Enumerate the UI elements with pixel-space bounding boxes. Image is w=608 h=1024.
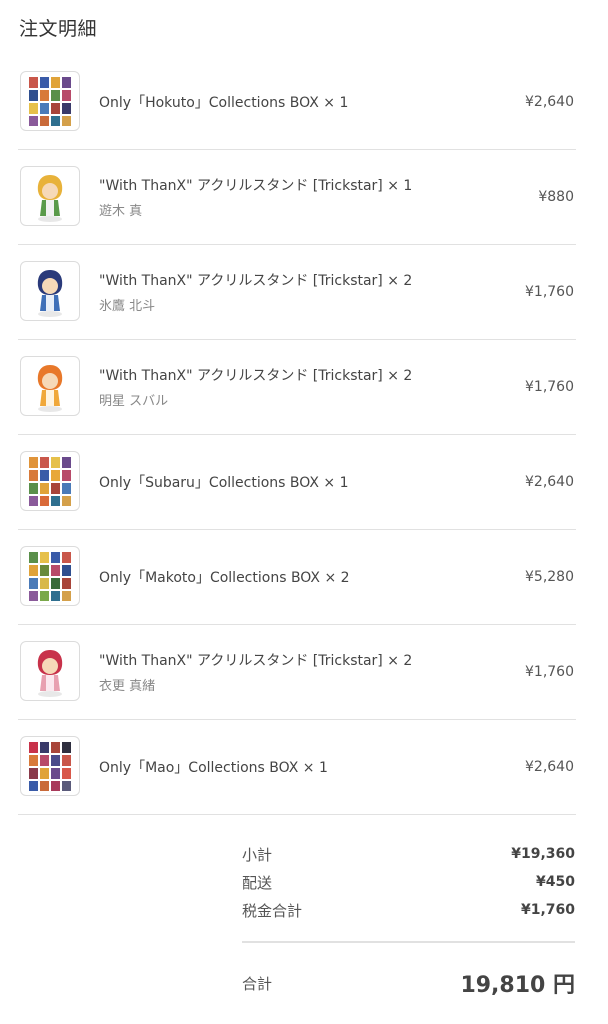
page-title: 注文明細 — [19, 18, 98, 40]
product-thumbnail — [20, 546, 80, 606]
list-item: "With ThanX" アクリルスタンド [Trickstar] × 2 衣更… — [18, 625, 576, 720]
summary-divider — [242, 941, 575, 943]
tax-row: 税金合計 ¥1,760 — [242, 896, 575, 924]
list-item: Only「Hokuto」Collections BOX × 1 ¥2,640 — [18, 55, 576, 150]
subtotal-row: 小計 ¥19,360 — [242, 840, 575, 868]
subtotal-label: 小計 — [242, 845, 273, 864]
item-variant: 遊木 真 — [99, 204, 143, 219]
list-item: "With ThanX" アクリルスタンド [Trickstar] × 1 遊木… — [18, 150, 576, 245]
shipping-label: 配送 — [242, 873, 273, 892]
item-price: ¥1,760 — [525, 284, 574, 300]
list-item: "With ThanX" アクリルスタンド [Trickstar] × 2 明星… — [18, 340, 576, 435]
product-thumbnail — [20, 641, 80, 701]
total-label: 合計 — [242, 974, 273, 993]
item-name: "With ThanX" アクリルスタンド [Trickstar] × 1 — [99, 178, 413, 194]
item-name: "With ThanX" アクリルスタンド [Trickstar] × 2 — [99, 273, 413, 289]
order-items-list: Only「Hokuto」Collections BOX × 1 ¥2,640 "… — [18, 55, 576, 815]
subtotal-value: ¥19,360 — [511, 846, 575, 862]
item-price: ¥880 — [538, 189, 574, 205]
item-price: ¥1,760 — [525, 379, 574, 395]
product-thumbnail — [20, 736, 80, 796]
item-name: Only「Hokuto」Collections BOX × 1 — [99, 95, 349, 111]
item-variant: 明星 スバル — [99, 394, 169, 409]
item-name: Only「Makoto」Collections BOX × 2 — [99, 570, 350, 586]
list-item: Only「Subaru」Collections BOX × 1 ¥2,640 — [18, 435, 576, 530]
shipping-row: 配送 ¥450 — [242, 868, 575, 896]
item-price: ¥5,280 — [525, 569, 574, 585]
total-row: 合計 19,810 円 — [242, 967, 575, 999]
item-price: ¥1,760 — [525, 664, 574, 680]
item-name: "With ThanX" アクリルスタンド [Trickstar] × 2 — [99, 653, 413, 669]
item-variant: 氷鷹 北斗 — [99, 299, 156, 314]
product-thumbnail — [20, 451, 80, 511]
tax-label: 税金合計 — [242, 901, 303, 920]
shipping-value: ¥450 — [536, 874, 575, 890]
item-price: ¥2,640 — [525, 474, 574, 490]
list-item: Only「Mao」Collections BOX × 1 ¥2,640 — [18, 720, 576, 815]
order-summary: 小計 ¥19,360 配送 ¥450 税金合計 ¥1,760 合計 19,810… — [242, 840, 575, 999]
product-thumbnail — [20, 261, 80, 321]
item-name: Only「Mao」Collections BOX × 1 — [99, 760, 328, 776]
list-item: Only「Makoto」Collections BOX × 2 ¥5,280 — [18, 530, 576, 625]
product-thumbnail — [20, 166, 80, 226]
item-variant: 衣更 真緒 — [99, 679, 156, 694]
item-price: ¥2,640 — [525, 759, 574, 775]
total-value: 19,810 円 — [460, 973, 575, 998]
tax-value: ¥1,760 — [520, 902, 575, 918]
product-thumbnail — [20, 71, 80, 131]
item-name: Only「Subaru」Collections BOX × 1 — [99, 475, 349, 491]
item-price: ¥2,640 — [525, 94, 574, 110]
list-item: "With ThanX" アクリルスタンド [Trickstar] × 2 氷鷹… — [18, 245, 576, 340]
product-thumbnail — [20, 356, 80, 416]
item-name: "With ThanX" アクリルスタンド [Trickstar] × 2 — [99, 368, 413, 384]
